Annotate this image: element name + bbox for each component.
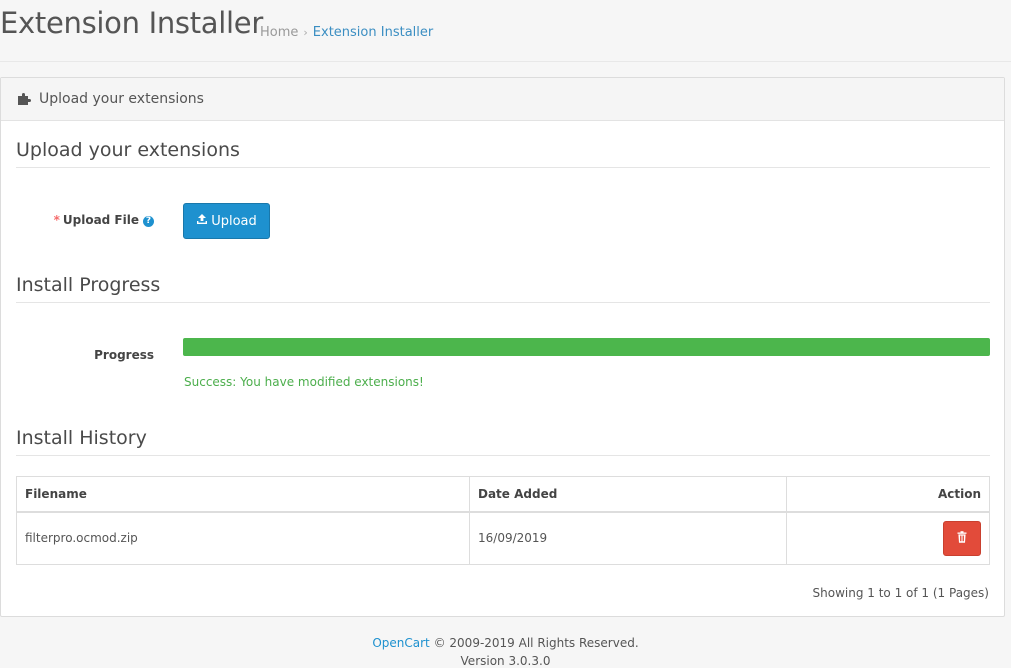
footer-version: Version 3.0.3.0 [460,654,551,668]
breadcrumb: Home › Extension Installer [260,25,433,40]
breadcrumb-current[interactable]: Extension Installer [313,25,433,40]
install-progress-bar [183,338,990,356]
upload-button[interactable]: Upload [183,203,270,239]
panel-heading-title: Upload your extensions [39,91,204,107]
required-asterisk: * [53,213,60,227]
progress-bar-fill [183,338,990,356]
upload-file-label-text: Upload File [62,213,139,227]
progress-section-legend: Install Progress [16,274,990,303]
date-added-cell: 16/09/2019 [469,511,787,565]
table-header-row: Filename Date Added Action [16,476,990,513]
upload-section-legend: Upload your extensions [16,139,990,168]
help-icon[interactable]: ? [143,216,154,227]
breadcrumb-home[interactable]: Home [260,25,298,40]
action-cell [786,511,990,565]
page-header: Extension Installer Home › Extension Insta… [0,0,1011,62]
upload-icon [196,213,208,229]
trash-icon [957,530,967,546]
puzzle-icon [16,92,32,106]
pagination-summary: Showing 1 to 1 of 1 (1 Pages) [812,586,989,600]
breadcrumb-separator: › [303,26,308,39]
footer: OpenCart © 2009-2019 All Rights Reserved… [0,636,1011,668]
page-title: Extension Installer [0,6,263,40]
column-header-action: Action [786,476,990,513]
upload-button-label: Upload [211,213,257,229]
upload-file-label: * Upload File? [16,213,154,227]
panel-heading: Upload your extensions [1,78,1004,121]
extension-installer-panel: Upload your extensions Upload your exten… [0,77,1005,617]
filename-cell: filterpro.ocmod.zip [16,511,470,565]
column-header-filename: Filename [16,476,470,513]
progress-label: Progress [94,348,154,362]
table-row: filterpro.ocmod.zip 16/09/2019 [16,511,990,565]
install-history-table: Filename Date Added Action filterpro.ocm… [16,476,990,565]
footer-brand-link[interactable]: OpenCart [372,636,429,650]
footer-copyright: © 2009-2019 All Rights Reserved. [433,636,639,650]
column-header-date-added: Date Added [469,476,787,513]
delete-button[interactable] [943,520,981,556]
history-section-legend: Install History [16,427,990,456]
progress-status-text: Success: You have modified extensions! [184,375,424,389]
